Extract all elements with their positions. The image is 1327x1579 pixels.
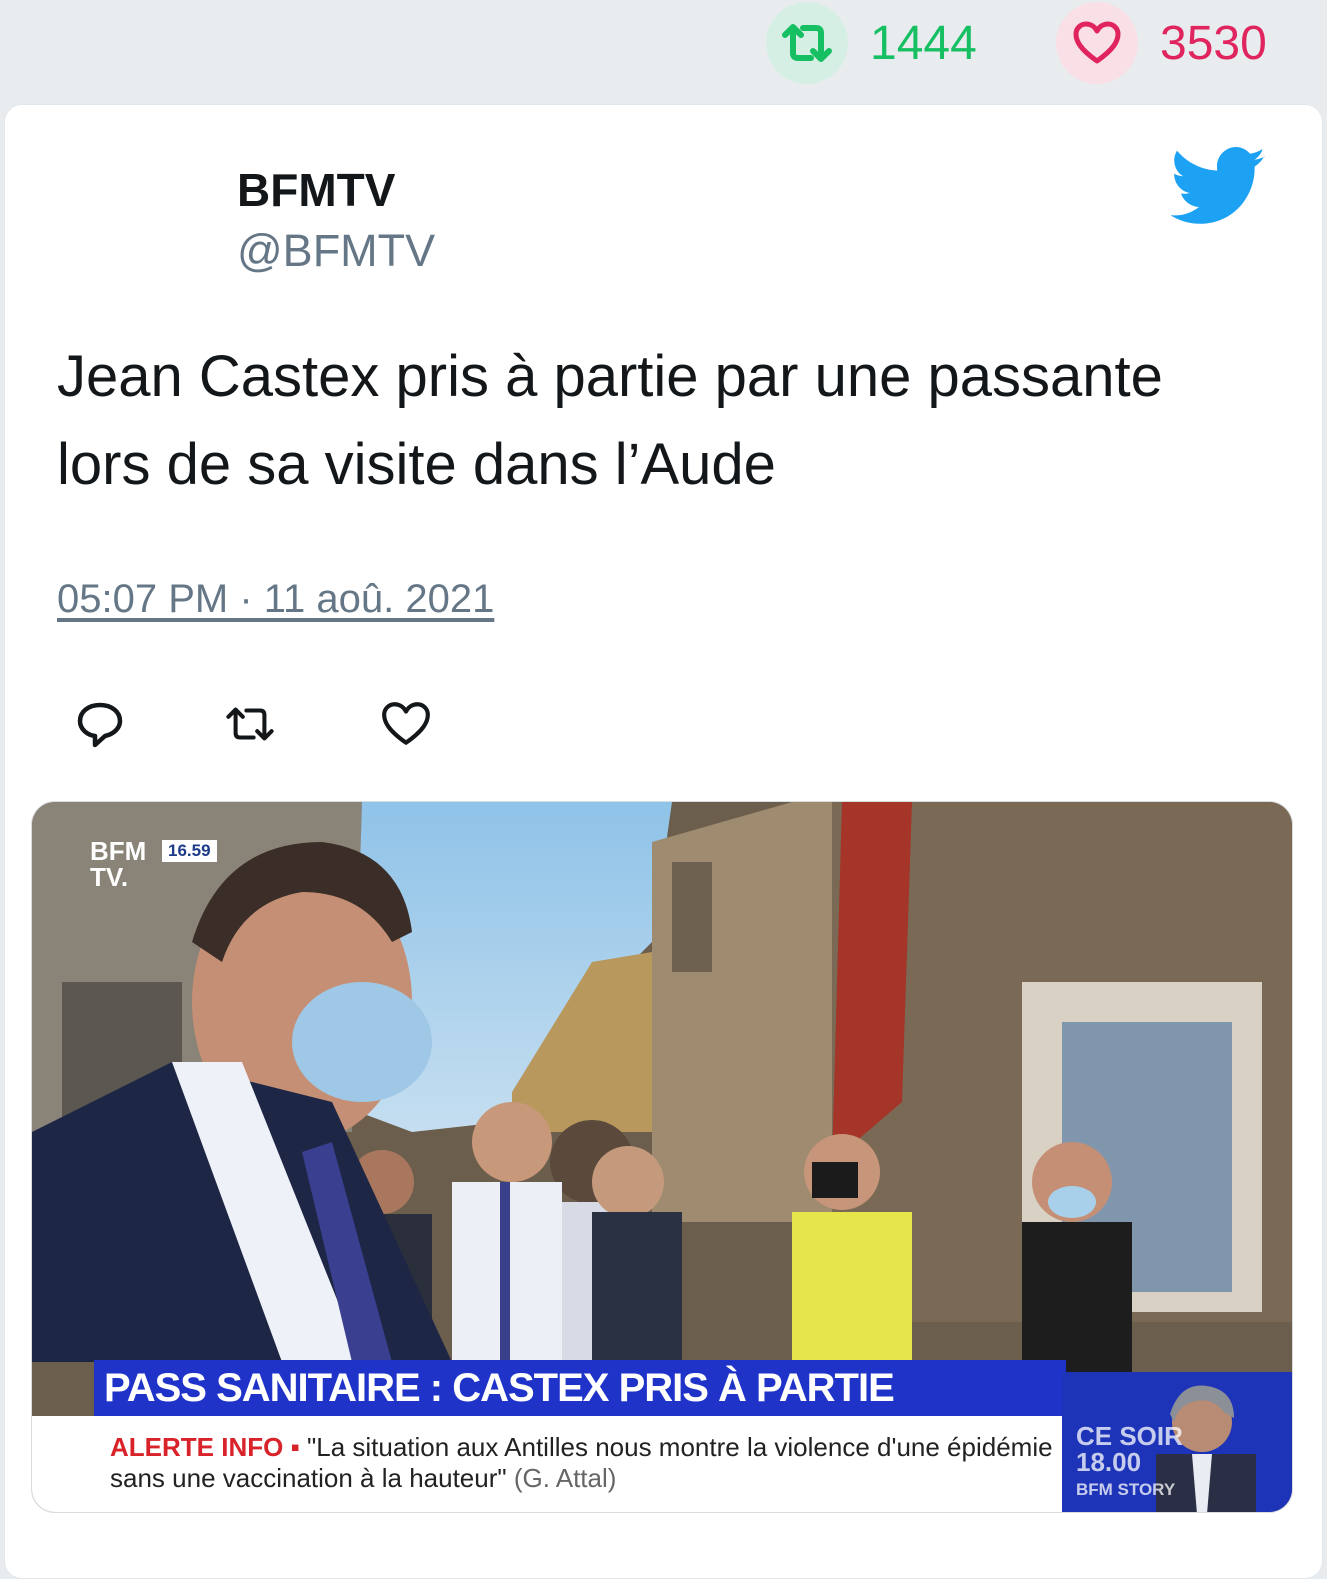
tweet-timestamp[interactable]: 05:07 PM · 11 aoû. 2021 — [57, 577, 494, 622]
retweet-button[interactable] — [223, 699, 277, 749]
reply-button[interactable] — [73, 699, 127, 749]
tweet-text: Jean Castex pris à partie par une passan… — [57, 344, 1163, 497]
like-button[interactable] — [379, 699, 433, 749]
channel-logo: BFM TV. — [90, 838, 146, 890]
retweet-count: 1444 — [870, 16, 977, 70]
tweet-stats-bar: 1444 3530 — [0, 0, 1327, 100]
twitter-bird-icon — [1171, 147, 1266, 224]
heart-icon — [382, 702, 430, 745]
news-headline: PASS SANITAIRE : CASTEX PRIS À PARTIE — [94, 1360, 1066, 1416]
news-ticker: ALERTE INFO ▪ "La situation aux Antilles… — [32, 1416, 1062, 1512]
author-handle[interactable]: @BFMTV — [237, 225, 435, 277]
like-stat[interactable]: 3530 — [1056, 0, 1267, 86]
promo-line-3: BFM STORY — [1076, 1480, 1176, 1499]
reply-icon — [77, 702, 123, 748]
heart-icon — [1056, 2, 1138, 84]
tweet-media[interactable]: BFM TV. 16.59 PASS SANITAIRE : CASTEX PR… — [31, 801, 1293, 1513]
channel-logo-line1: BFM — [90, 836, 147, 866]
promo-line-2: 18.00 — [1076, 1447, 1142, 1477]
retweet-stat[interactable]: 1444 — [766, 0, 977, 86]
channel-logo-line2: TV. — [90, 862, 129, 892]
promo-line-1: CE SOIR — [1076, 1421, 1183, 1451]
author-name[interactable]: BFMTV — [237, 163, 395, 217]
ticker-source: (G. Attal) — [513, 1463, 617, 1493]
like-count: 3530 — [1160, 16, 1267, 70]
retweet-icon — [226, 707, 274, 741]
program-promo: CE SOIR 18.00 BFM STORY — [1062, 1372, 1292, 1512]
tweet-card: BFMTV @BFMTV Jean Castex pris à partie p… — [4, 104, 1323, 1579]
ticker-label: ALERTE INFO ▪ — [110, 1432, 300, 1462]
retweet-icon — [766, 2, 848, 84]
broadcast-time: 16.59 — [162, 840, 217, 862]
